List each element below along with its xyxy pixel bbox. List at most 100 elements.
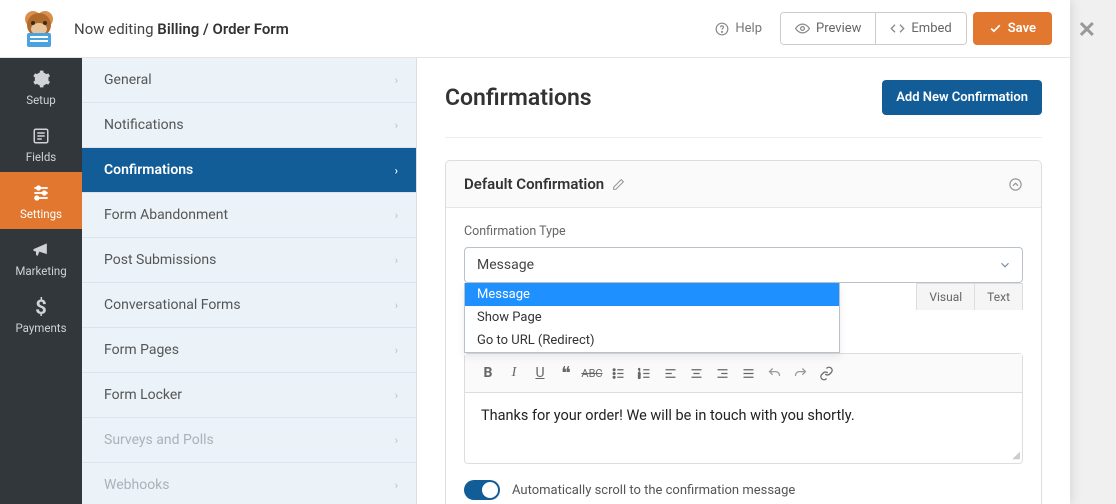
eye-icon xyxy=(795,21,810,36)
strikethrough-icon[interactable]: ABC xyxy=(579,360,605,386)
rail-label: Marketing xyxy=(15,264,66,278)
message-text: Thanks for your order! We will be in tou… xyxy=(481,407,855,424)
resize-handle-icon[interactable]: ◢ xyxy=(1012,450,1020,461)
panel-title: Default Confirmation xyxy=(464,175,604,193)
chevron-down-icon xyxy=(998,258,1012,272)
main-nav-rail: Setup Fields Settings Marketing xyxy=(0,58,82,504)
add-confirmation-button[interactable]: Add New Confirmation xyxy=(882,80,1042,115)
sidebar-item-notifications[interactable]: Notifications › xyxy=(82,103,416,148)
undo-icon[interactable] xyxy=(761,360,787,386)
rail-settings[interactable]: Settings xyxy=(0,172,82,229)
sidebar-item-webhooks[interactable]: Webhooks › xyxy=(82,463,416,504)
sidebar-item-general[interactable]: General › xyxy=(82,58,416,103)
preview-button[interactable]: Preview xyxy=(781,13,875,44)
check-icon xyxy=(989,22,1002,35)
confirmation-type-dropdown: Message Show Page Go to URL (Redirect) xyxy=(464,283,840,353)
select-value: Message xyxy=(477,257,534,273)
sliders-icon xyxy=(30,182,52,204)
align-justify-icon[interactable] xyxy=(735,360,761,386)
topbar: Now editing Billing / Order Form Help Pr… xyxy=(0,0,1070,58)
chevron-right-icon: › xyxy=(395,434,398,447)
editor-tab-text[interactable]: Text xyxy=(974,283,1023,310)
underline-icon[interactable]: U xyxy=(527,360,553,386)
sidebar-item-surveys-polls[interactable]: Surveys and Polls › xyxy=(82,418,416,463)
preview-label: Preview xyxy=(816,21,861,36)
sidebar-item-conversational-forms[interactable]: Conversational Forms › xyxy=(82,283,416,328)
save-button[interactable]: Save xyxy=(973,12,1052,45)
settings-sidebar: General› Notifications› Confirmations› F… xyxy=(82,58,417,504)
chevron-right-icon: › xyxy=(395,344,398,357)
sidebar-item-label: Form Pages xyxy=(104,342,179,358)
bullet-list-icon[interactable] xyxy=(605,360,631,386)
chevron-right-icon: › xyxy=(395,209,398,222)
sidebar-item-label: Form Locker xyxy=(104,387,182,403)
editor-tab-visual[interactable]: Visual xyxy=(916,283,974,310)
chevron-right-icon: › xyxy=(395,389,398,402)
form-name: Billing / Order Form xyxy=(157,20,288,38)
embed-button[interactable]: Embed xyxy=(875,13,965,44)
sidebar-item-label: Conversational Forms xyxy=(104,297,241,313)
confirmation-type-label: Confirmation Type xyxy=(464,224,1023,239)
sidebar-item-label: Webhooks xyxy=(104,477,170,493)
help-icon xyxy=(715,22,729,36)
help-label: Help xyxy=(735,21,762,36)
quote-icon[interactable]: ❝ xyxy=(553,360,579,386)
number-list-icon[interactable]: 123 xyxy=(631,360,657,386)
rail-fields[interactable]: Fields xyxy=(0,115,82,172)
sidebar-item-label: Notifications xyxy=(104,117,184,133)
sidebar-item-form-locker[interactable]: Form Locker › xyxy=(82,373,416,418)
redo-icon[interactable] xyxy=(787,360,813,386)
chevron-right-icon: › xyxy=(395,119,398,132)
auto-scroll-label: Automatically scroll to the confirmation… xyxy=(512,483,795,498)
align-left-icon[interactable] xyxy=(657,360,683,386)
align-center-icon[interactable] xyxy=(683,360,709,386)
close-icon[interactable]: ✕ xyxy=(1078,18,1096,43)
align-right-icon[interactable] xyxy=(709,360,735,386)
sidebar-item-confirmations[interactable]: Confirmations› xyxy=(82,148,416,193)
editing-prefix: Now editing xyxy=(74,20,157,38)
auto-scroll-toggle[interactable] xyxy=(464,480,500,500)
link-icon[interactable] xyxy=(813,360,839,386)
editor-toolbar: B I U ❝ ABC 123 xyxy=(465,354,1022,393)
gear-icon xyxy=(30,68,52,90)
rail-payments[interactable]: $ Payments xyxy=(0,286,82,343)
collapse-icon[interactable] xyxy=(1008,177,1023,192)
chevron-right-icon: › xyxy=(395,74,398,87)
chevron-right-icon: › xyxy=(395,254,398,267)
embed-label: Embed xyxy=(911,21,951,36)
rail-setup[interactable]: Setup xyxy=(0,58,82,115)
dropdown-option-redirect[interactable]: Go to URL (Redirect) xyxy=(465,329,839,352)
chevron-right-icon: › xyxy=(395,299,398,312)
save-label: Save xyxy=(1008,21,1036,36)
app-logo xyxy=(18,8,60,50)
page-title: Now editing Billing / Order Form xyxy=(74,19,289,38)
dropdown-option-show-page[interactable]: Show Page xyxy=(465,306,839,329)
sidebar-item-label: Confirmations xyxy=(104,162,193,178)
main-content: Confirmations Add New Confirmation Defau… xyxy=(417,58,1070,504)
confirmation-type-select[interactable]: Message xyxy=(464,247,1023,283)
rail-label: Fields xyxy=(26,150,56,164)
italic-icon[interactable]: I xyxy=(501,360,527,386)
main-title: Confirmations xyxy=(445,84,592,111)
sidebar-item-form-abandonment[interactable]: Form Abandonment› xyxy=(82,193,416,238)
svg-text:3: 3 xyxy=(638,375,640,379)
sidebar-item-label: General xyxy=(104,72,152,88)
dropdown-option-message[interactable]: Message xyxy=(465,283,839,306)
sidebar-item-label: Post Submissions xyxy=(104,252,216,268)
rail-label: Setup xyxy=(26,93,56,107)
dollar-icon: $ xyxy=(30,296,52,318)
chevron-right-icon: › xyxy=(395,479,398,492)
message-textarea[interactable]: Thanks for your order! We will be in tou… xyxy=(465,393,1022,463)
bold-icon[interactable]: B xyxy=(475,360,501,386)
rail-marketing[interactable]: Marketing xyxy=(0,229,82,286)
help-link[interactable]: Help xyxy=(703,13,774,44)
pencil-icon[interactable] xyxy=(612,178,625,191)
sidebar-item-post-submissions[interactable]: Post Submissions › xyxy=(82,238,416,283)
form-icon xyxy=(30,125,52,147)
sidebar-item-form-pages[interactable]: Form Pages › xyxy=(82,328,416,373)
code-icon xyxy=(890,21,905,36)
confirmation-panel: Default Confirmation Confirmation Type M… xyxy=(445,160,1042,504)
sidebar-item-label: Surveys and Polls xyxy=(104,432,214,448)
rail-label: Payments xyxy=(15,321,66,335)
megaphone-icon xyxy=(30,239,52,261)
